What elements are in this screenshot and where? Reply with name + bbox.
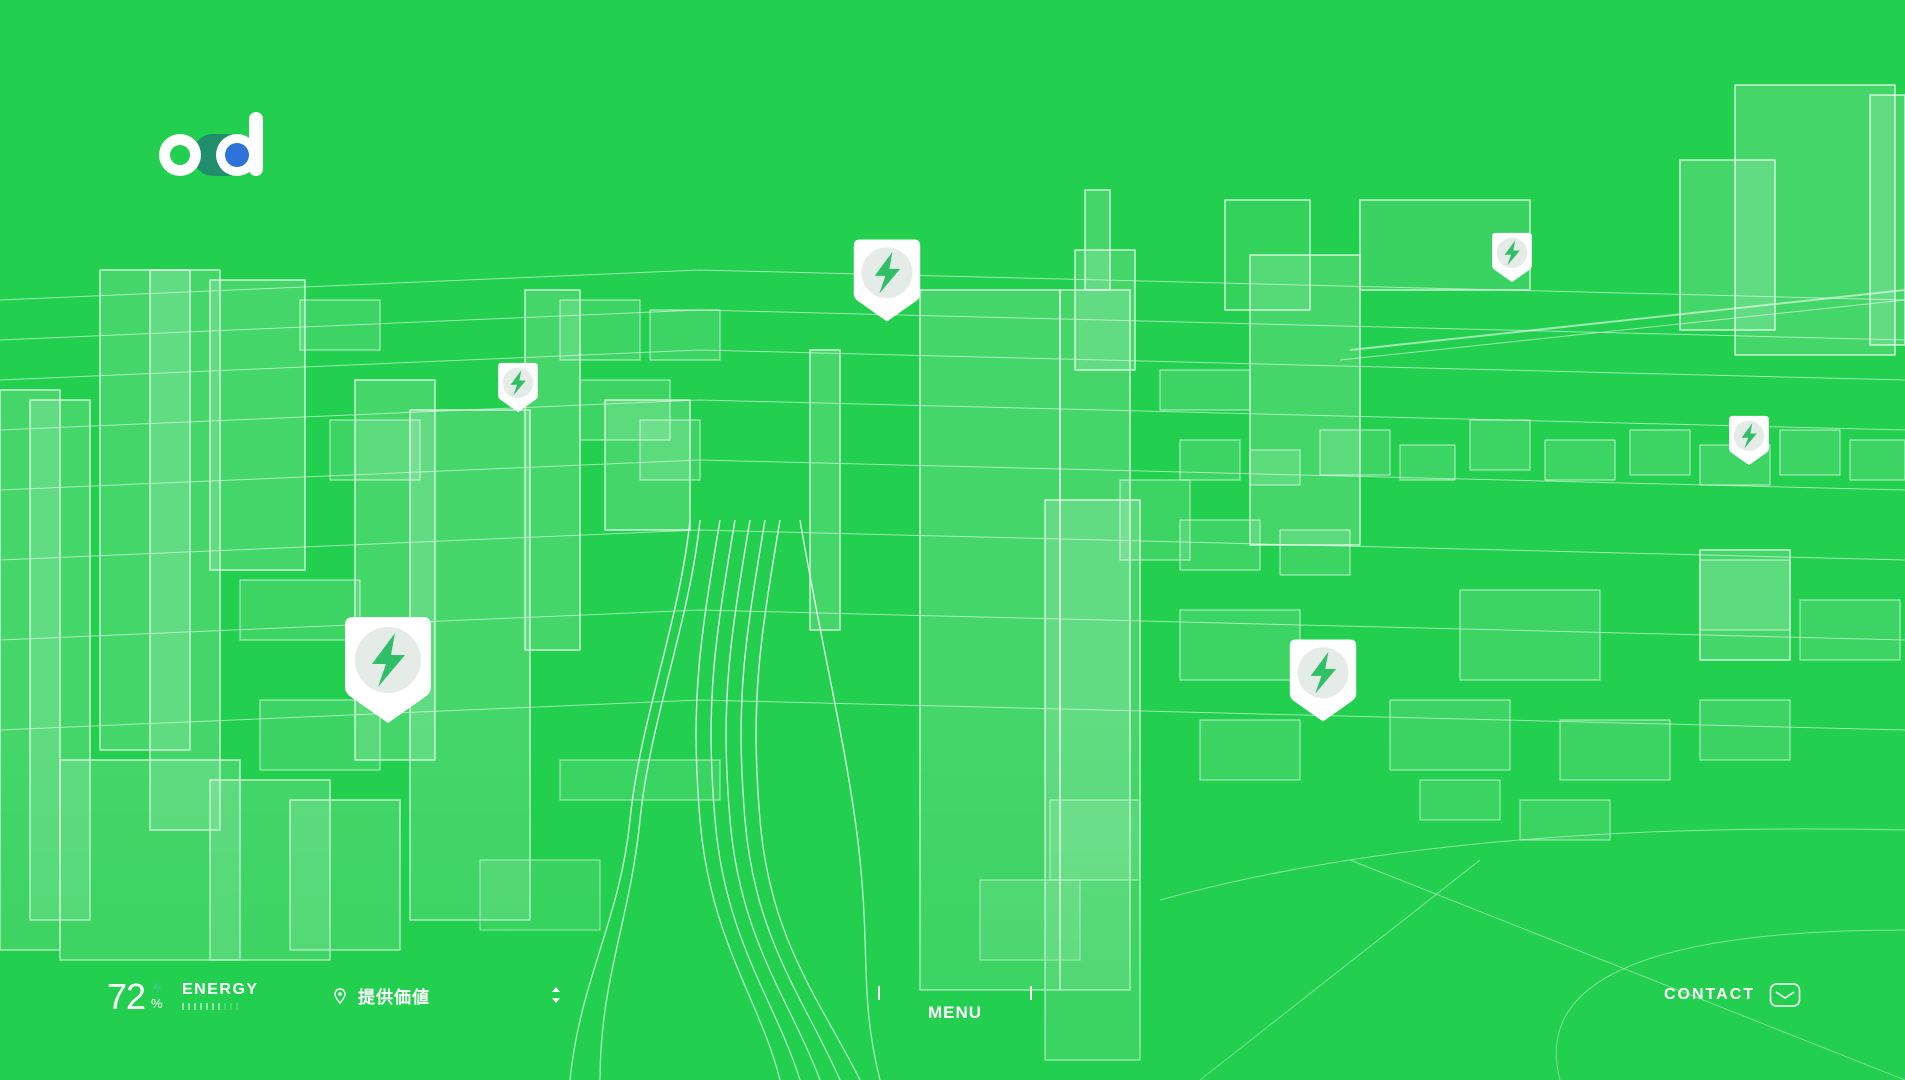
city-wireframe-map[interactable]: [0, 0, 1905, 1080]
energy-map-pin[interactable]: [1288, 638, 1358, 723]
energy-map-pin[interactable]: [497, 362, 539, 413]
mail-icon: [1769, 983, 1801, 1007]
energy-map-pin[interactable]: [1491, 232, 1533, 283]
location-pin-icon: [334, 987, 346, 1004]
energy-map-pin[interactable]: [1728, 415, 1770, 466]
energy-bolt-icon: [152, 980, 162, 996]
energy-map-pin[interactable]: [343, 615, 433, 725]
energy-unit: %: [151, 996, 163, 1011]
sort-arrows-icon[interactable]: [550, 984, 562, 1006]
menu-right-tick: [1030, 986, 1032, 1000]
energy-map-pin[interactable]: [852, 238, 922, 323]
energy-meter: [182, 1003, 238, 1010]
energy-label: ENERGY: [182, 981, 259, 998]
energy-value: 72: [107, 976, 146, 1017]
location-selector[interactable]: 提供価値: [334, 983, 430, 1008]
location-label: 提供価値: [358, 988, 430, 1007]
menu-label: MENU: [927, 1003, 983, 1022]
menu-button[interactable]: MENU: [878, 980, 1032, 1032]
od-logo[interactable]: [155, 112, 267, 180]
menu-left-tick: [878, 986, 880, 1000]
contact-button[interactable]: CONTACT: [1664, 982, 1801, 1008]
contact-label: CONTACT: [1664, 986, 1756, 1003]
